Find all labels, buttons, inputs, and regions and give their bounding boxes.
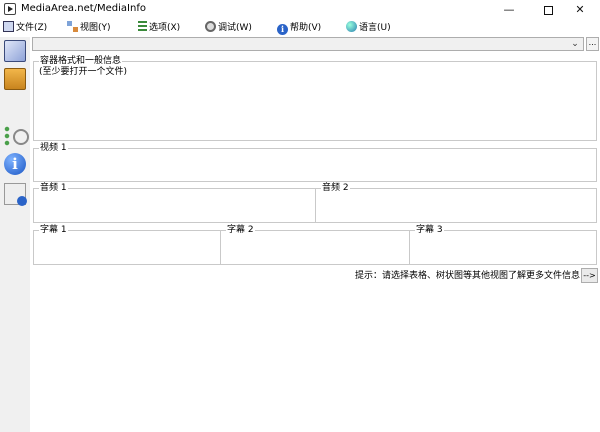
document-icon [3, 21, 14, 32]
open-file-icon[interactable] [4, 40, 26, 62]
app-logo-icon [4, 3, 16, 15]
title-bar: MediaArea.net/MediaInfo — ✕ [0, 0, 600, 19]
close-button[interactable]: ✕ [557, 0, 600, 19]
video-panel: 视频 1 [33, 143, 597, 182]
menu-file-label: 文件(Z) [16, 23, 48, 33]
chevron-down-icon[interactable]: ⌄ [569, 38, 581, 50]
menu-bar: 文件(Z) 视图(Y) 选项(X) 调试(W) i 帮助(V) 语言(U) [0, 19, 600, 37]
view-icon [67, 21, 78, 32]
menu-view[interactable]: 视图(Y) [67, 21, 111, 35]
general-info-title: 容器格式和一般信息 [39, 56, 123, 67]
left-toolbar: i [0, 37, 30, 432]
menu-debug[interactable]: 调试(W) [205, 21, 252, 35]
subtitle-1-title: 字幕 1 [39, 225, 68, 236]
maximize-icon [543, 5, 553, 15]
language-globe-icon [346, 21, 357, 32]
audio-1-panel: 音频 1 [33, 183, 316, 223]
file-select-dropdown[interactable]: ⌄ [32, 37, 584, 51]
open-folder-icon[interactable] [4, 68, 26, 90]
subtitle-2-panel: 字幕 2 [220, 225, 410, 265]
menu-language-label: 语言(U) [359, 23, 391, 33]
next-view-button[interactable]: --> [581, 268, 598, 283]
menu-options-label: 选项(X) [149, 23, 181, 33]
tree-view-icon[interactable] [4, 125, 29, 147]
menu-language[interactable]: 语言(U) [346, 21, 391, 35]
info-icon[interactable]: i [4, 153, 26, 175]
audio-2-title: 音频 2 [321, 183, 350, 194]
debug-gear-icon [205, 21, 216, 32]
menu-help-label: 帮助(V) [290, 23, 322, 33]
subtitle-3-title: 字幕 3 [415, 225, 444, 236]
menu-options[interactable]: 选项(X) [138, 21, 180, 35]
view-hint-text: 提示：请选择表格、树状图等其他视图了解更多文件信息 [354, 271, 580, 281]
window-title: MediaArea.net/MediaInfo [21, 3, 146, 14]
subtitle-1-panel: 字幕 1 [33, 225, 221, 265]
help-info-icon: i [277, 24, 288, 35]
menu-help[interactable]: i 帮助(V) [277, 21, 321, 35]
general-info-hint: (至少要打开一个文件) [39, 67, 128, 77]
menu-view-label: 视图(Y) [80, 23, 111, 33]
general-info-panel: 容器格式和一般信息 (至少要打开一个文件) [33, 56, 597, 141]
menu-debug-label: 调试(W) [218, 23, 252, 33]
audio-1-title: 音频 1 [39, 183, 68, 194]
options-icon [138, 21, 147, 32]
export-icon[interactable] [4, 183, 27, 206]
more-options-button[interactable]: ... [586, 37, 599, 51]
video-panel-title: 视频 1 [39, 143, 68, 154]
audio-2-panel: 音频 2 [315, 183, 597, 223]
subtitle-2-title: 字幕 2 [226, 225, 255, 236]
subtitle-3-panel: 字幕 3 [409, 225, 597, 265]
menu-file[interactable]: 文件(Z) [3, 21, 47, 35]
